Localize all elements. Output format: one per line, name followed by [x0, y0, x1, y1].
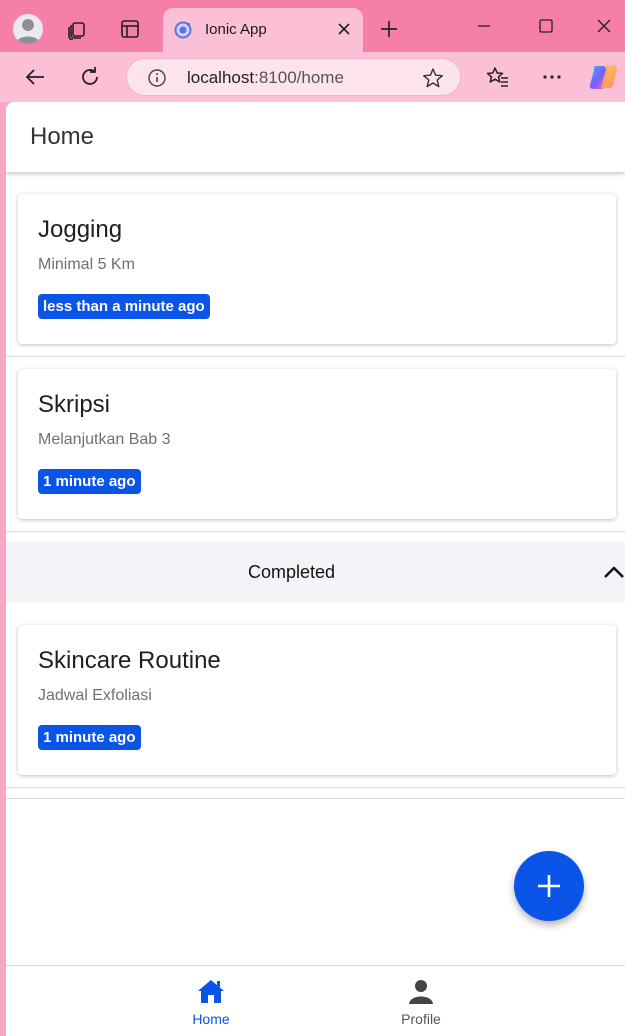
tab-home[interactable]: Home — [171, 978, 251, 1027]
close-icon — [597, 19, 611, 33]
list-divider — [6, 356, 625, 357]
list-divider — [6, 787, 625, 788]
task-title: Jogging — [38, 216, 123, 243]
star-icon[interactable] — [422, 67, 444, 89]
time-badge: less than a minute ago — [38, 294, 210, 319]
task-card[interactable]: Jogging Minimal 5 Km less than a minute … — [18, 194, 616, 344]
bottom-tab-bar: Home Profile — [6, 965, 625, 1036]
completed-label: Completed — [247, 562, 336, 582]
browser-tab-active[interactable]: Ionic App — [163, 8, 363, 52]
tab-profile[interactable]: Profile — [381, 978, 461, 1027]
maximize-button[interactable] — [526, 6, 566, 46]
info-icon[interactable] — [147, 68, 167, 88]
browser-toolbar: localhost:8100/home — [0, 52, 625, 102]
plus-icon — [381, 21, 397, 37]
home-icon — [198, 980, 224, 1003]
browser-tab-title: Ionic App — [205, 21, 267, 38]
task-subtitle: Jadwal Exfoliasi — [38, 687, 152, 704]
tab-actions-icon — [68, 22, 85, 40]
minimize-icon — [478, 25, 490, 27]
task-card[interactable]: Skripsi Melanjutkan Bab 3 1 minute ago — [18, 369, 616, 519]
chevron-up-icon[interactable] — [602, 562, 625, 582]
task-title: Skincare Routine — [38, 647, 221, 674]
favorites-button[interactable] — [481, 60, 515, 94]
list-divider — [6, 531, 625, 532]
app-viewport: Home Jogging Minimal 5 Km less than a mi… — [6, 102, 625, 1036]
task-card[interactable]: Skincare Routine Jadwal Exfoliasi 1 minu… — [18, 625, 616, 775]
avatar — [13, 14, 43, 44]
vertical-tabs-button[interactable] — [113, 12, 147, 46]
address-bar[interactable]: localhost:8100/home — [126, 58, 461, 96]
sidebar-icon — [121, 20, 139, 38]
more-options-button[interactable] — [535, 60, 569, 94]
completed-accordion-header[interactable]: Completed — [6, 542, 625, 602]
profile-avatar-button[interactable] — [11, 12, 45, 46]
plus-icon — [538, 875, 560, 897]
tab-profile-label: Profile — [401, 1011, 441, 1027]
url-path: :8100/home — [254, 68, 344, 87]
time-badge: 1 minute ago — [38, 725, 141, 750]
window-close-button[interactable] — [584, 6, 624, 46]
ionic-favicon-icon — [174, 21, 192, 39]
arrow-left-icon — [25, 69, 44, 85]
tab-home-label: Home — [192, 1011, 230, 1027]
person-icon — [409, 980, 433, 1004]
maximize-icon — [539, 19, 553, 33]
url-host: localhost — [187, 68, 255, 87]
person-icon — [16, 19, 40, 44]
close-icon[interactable] — [335, 20, 353, 38]
reload-button[interactable] — [73, 60, 107, 94]
more-horizontal-icon — [543, 75, 561, 79]
list-divider — [6, 798, 625, 799]
refresh-icon — [82, 67, 98, 85]
page-title: Home — [30, 123, 95, 150]
task-title: Skripsi — [38, 391, 111, 418]
favorites-icon — [486, 67, 508, 87]
copilot-icon — [589, 65, 617, 90]
time-badge: 1 minute ago — [38, 469, 141, 494]
minimize-button[interactable] — [464, 6, 504, 46]
task-subtitle: Minimal 5 Km — [38, 256, 135, 273]
browser-tab-strip: Ionic App — [0, 0, 625, 52]
new-tab-button[interactable] — [372, 12, 406, 46]
workspaces-button[interactable] — [60, 12, 94, 46]
back-button[interactable] — [18, 60, 52, 94]
add-task-button[interactable] — [514, 851, 584, 921]
copilot-button[interactable] — [587, 60, 621, 94]
url-text: localhost:8100/home — [187, 68, 344, 88]
task-subtitle: Melanjutkan Bab 3 — [38, 431, 171, 448]
app-header: Home — [6, 102, 625, 172]
